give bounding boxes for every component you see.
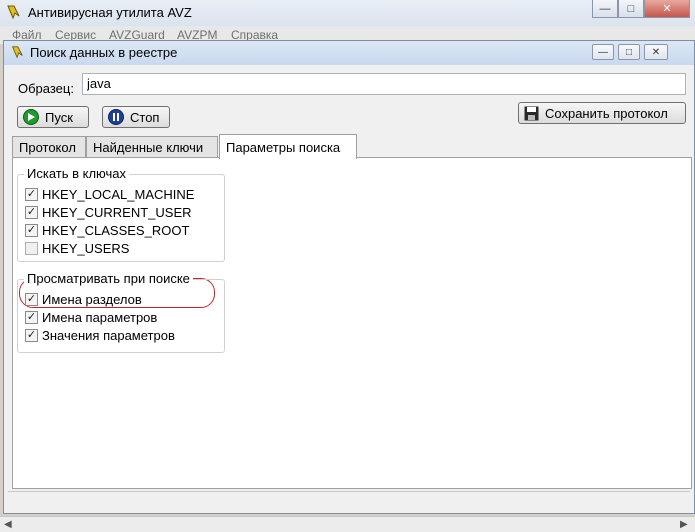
- checkbox-label: HKEY_LOCAL_MACHINE: [42, 187, 195, 202]
- dialog-maximize-icon[interactable]: □: [618, 44, 640, 60]
- checkbox-hkcr[interactable]: ✓ HKEY_CLASSES_ROOT: [25, 223, 189, 238]
- start-button[interactable]: Пуск: [17, 106, 89, 128]
- status-bar: [8, 491, 690, 511]
- checkbox-unchecked-icon: [25, 242, 38, 255]
- checkbox-section-names[interactable]: ✓ Имена разделов: [25, 292, 142, 307]
- sample-input[interactable]: [82, 73, 686, 95]
- dialog-title-bar: Поиск данных в реестре — □ ✕: [4, 41, 694, 65]
- dialog-close-icon[interactable]: ✕: [644, 44, 668, 60]
- stop-button-label: Стоп: [130, 109, 160, 125]
- checkbox-label: Значения параметров: [42, 328, 175, 343]
- checkbox-param-names[interactable]: ✓ Имена параметров: [25, 310, 157, 325]
- keys-group-title: Искать в ключах: [24, 166, 130, 181]
- checkbox-label: HKEY_CLASSES_ROOT: [42, 223, 190, 238]
- minimize-icon[interactable]: —: [592, 0, 618, 18]
- dialog-title: Поиск данных в реестре: [30, 45, 178, 60]
- checkbox-label: HKEY_CURRENT_USER: [42, 205, 192, 220]
- tab-log[interactable]: Протокол: [12, 136, 86, 158]
- app-title: Антивирусная утилита AVZ: [28, 5, 192, 20]
- keys-group: Искать в ключах ✓ HKEY_LOCAL_MACHINE ✓ H…: [17, 166, 225, 262]
- checkbox-checked-icon: ✓: [25, 311, 38, 324]
- stop-button[interactable]: Стоп: [102, 106, 170, 128]
- save-log-label: Сохранить протокол: [545, 105, 668, 121]
- tab-found-keys[interactable]: Найденные ключи: [86, 136, 218, 158]
- checkbox-checked-icon: ✓: [25, 329, 38, 342]
- registry-search-dialog: Поиск данных в реестре — □ ✕ Образец: Пу…: [3, 40, 695, 514]
- checkbox-label: Имена разделов: [42, 292, 142, 307]
- checkbox-checked-icon: ✓: [25, 188, 38, 201]
- search-params-panel: Искать в ключах ✓ HKEY_LOCAL_MACHINE ✓ H…: [12, 157, 692, 489]
- avz-app-icon: [7, 5, 20, 20]
- horizontal-scrollbar[interactable]: ◀ ▶: [0, 516, 695, 532]
- start-button-label: Пуск: [45, 109, 73, 125]
- checkbox-hklm[interactable]: ✓ HKEY_LOCAL_MACHINE: [25, 187, 194, 202]
- tab-search-params-label: Параметры поиска: [226, 139, 341, 155]
- checkbox-label: HKEY_USERS: [42, 241, 130, 256]
- scan-group: Просматривать при поиске ✓ Имена раздело…: [17, 271, 225, 353]
- scroll-left-icon[interactable]: ◀: [4, 519, 12, 530]
- maximize-icon[interactable]: □: [618, 0, 644, 18]
- tab-log-label: Протокол: [19, 140, 76, 155]
- scan-group-title: Просматривать при поиске: [24, 271, 193, 286]
- tab-found-keys-label: Найденные ключи: [93, 140, 204, 155]
- dialog-minimize-icon[interactable]: —: [592, 44, 614, 60]
- scroll-right-icon[interactable]: ▶: [680, 519, 688, 530]
- floppy-disk-icon: [524, 106, 539, 120]
- checkbox-hkcu[interactable]: ✓ HKEY_CURRENT_USER: [25, 205, 192, 220]
- app-title-bar: Антивирусная утилита AVZ — □ ✕: [0, 0, 695, 26]
- checkbox-checked-icon: ✓: [25, 293, 38, 306]
- checkbox-label: Имена параметров: [42, 310, 158, 325]
- avz-app-icon: [11, 46, 23, 59]
- close-icon[interactable]: ✕: [644, 0, 690, 18]
- save-log-button[interactable]: Сохранить протокол: [518, 102, 686, 124]
- sample-label: Образец:: [18, 81, 74, 96]
- play-icon: [23, 109, 39, 125]
- tab-search-params[interactable]: Параметры поиска: [219, 134, 357, 159]
- checkbox-checked-icon: ✓: [25, 224, 38, 237]
- pause-icon: [108, 109, 124, 125]
- checkbox-checked-icon: ✓: [25, 206, 38, 219]
- checkbox-hku[interactable]: HKEY_USERS: [25, 241, 129, 256]
- checkbox-param-values[interactable]: ✓ Значения параметров: [25, 328, 175, 343]
